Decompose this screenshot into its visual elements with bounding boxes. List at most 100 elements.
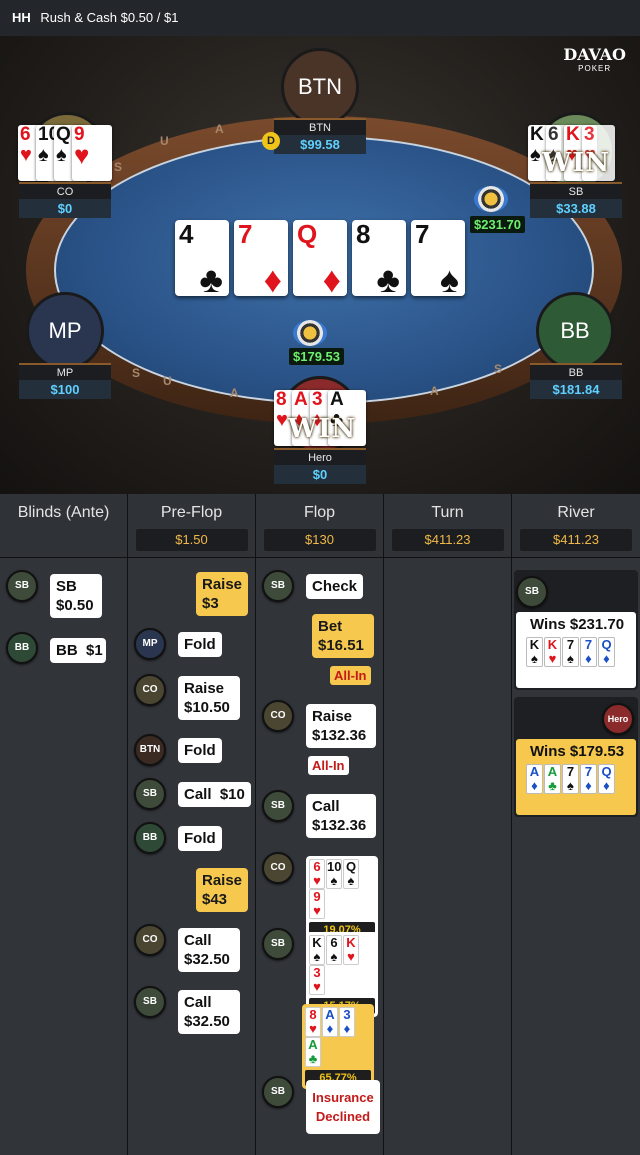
position-avatar: Hero [602,703,634,735]
all-in-badge: All-In [308,756,349,775]
position-avatar: SB [262,1076,294,1108]
seat-plate-hero: Hero $0 [274,448,366,486]
playing-card: 9 ♥ [72,125,112,181]
action-bubble: Raise $43 [196,868,248,912]
action-bubble: Raise $3 [196,572,248,616]
game-title: Rush & Cash $0.50 / $1 [40,10,179,25]
seat-stack: $0 [274,465,366,484]
brand-logo: DAVAO POKER [563,45,626,74]
street-pot: $411.23 [520,529,632,551]
top-bar: HH Rush & Cash $0.50 / $1 [0,0,640,36]
equity-card-hero: 8 ♥A ♦3 ♦A ♣ 65.77% [302,1004,374,1089]
street-column-preflop: Pre-Flop $1.50 Raise $3 MP Fold CO Raise… [128,494,256,1155]
win-amount: Wins $231.70 [530,616,625,633]
position-avatar: CO [262,700,294,732]
seat-avatar-bb[interactable]: BB [536,292,614,370]
action-bubble: Raise $10.50 [178,676,240,720]
action-bubble: Call $32.50 [178,928,240,972]
position-avatar: SB [262,570,294,602]
street-name: River [557,504,595,521]
chip-stack-icon [474,186,508,212]
action-bubble: Raise $132.36 [306,704,376,748]
mini-card: 6 ♥ [309,859,325,889]
hand-history-screen: HH Rush & Cash $0.50 / $1 DAVAO POKER A U… [0,0,640,1155]
action-bubble: Call $10 [178,782,251,807]
board-card: 4 ♣ [175,220,229,298]
street-pot: $130 [263,529,376,551]
mini-card: 10 ♠ [326,859,342,889]
seat-plate-sb: SB $33.88 [530,182,622,220]
position-avatar: SB [262,790,294,822]
insurance-status: Insurance Declined [306,1080,380,1134]
seat-stack: $33.88 [530,199,622,218]
position-avatar: SB [6,570,38,602]
seat-stack: $181.84 [530,380,622,399]
action-bubble: Fold [178,632,222,657]
seat-name: SB [530,182,622,199]
action-bubble: SB $0.50 [50,574,102,618]
position-avatar: SB [134,778,166,810]
position-avatar: SB [516,576,548,608]
mini-card: A ♦ [526,764,543,794]
mini-card: Q ♠ [343,859,359,889]
action-bubble: Call $132.36 [306,794,376,838]
seat-name: BTN [274,118,366,135]
rail-letter: S [114,160,123,174]
seat-name: Hero [274,448,366,465]
seat-plate-btn: BTN $99.58 [274,118,366,156]
position-avatar: SB [262,928,294,960]
rail-letter: U [163,374,172,388]
rail-letter: U [160,134,169,148]
seat-avatar-mp[interactable]: MP [26,292,104,370]
position-avatar: BTN [134,734,166,766]
mini-card: 7 ♦ [580,764,597,794]
position-avatar: BB [6,632,38,664]
position-avatar: CO [134,924,166,956]
mini-card: A ♣ [544,764,561,794]
action-bubble: Fold [178,826,222,851]
board-card: 7 ♠ [411,220,465,298]
seat-avatar-btn[interactable]: BTN [281,48,359,126]
street-name: Turn [431,504,464,521]
rail-letter: A [215,122,224,136]
board-card: Q ♦ [293,220,347,298]
seat-name: CO [19,182,111,199]
seat-plate-mp: MP $100 [19,363,111,401]
rail-letter: A [430,384,439,398]
action-bubble: Call $32.50 [178,990,240,1034]
mini-card: 6 ♠ [326,935,342,965]
game-type-label: HH [12,10,31,25]
action-bubble: Fold [178,738,222,763]
rail-letter: S [132,366,141,380]
mini-card: 7 ♠ [562,637,579,667]
river-result-hero: Hero Wins $179.53 A ♦A ♣7 ♠7 ♦Q ♦ [514,697,638,817]
main-pot-amount: $179.53 [289,348,344,365]
mini-card: 3 ♥ [309,965,325,995]
mini-card: 8 ♥ [305,1007,321,1037]
street-column-blinds: Blinds (Ante) SB SB $0.50 BB BB $1 [0,494,128,1155]
win-banner: WIN [542,148,611,178]
all-in-badge: All-In [330,666,371,685]
seat-name: MP [19,363,111,380]
mini-card: 9 ♥ [309,889,325,919]
equity-card: 6 ♥10 ♠Q ♠9 ♥ 19.07% [306,856,378,941]
mini-card: K ♠ [309,935,325,965]
street-column-flop: Flop $130 SB Check Bet $16.51 All-In CO … [256,494,384,1155]
action-bubble: Check [306,574,364,599]
position-avatar: CO [262,852,294,884]
rail-letter: S [494,362,503,376]
board-card: 7 ♦ [234,220,288,298]
position-avatar: SB [134,986,166,1018]
board-card: 8 ♣ [352,220,406,298]
win-amount: Wins $179.53 [530,743,625,760]
position-avatar: BB [134,822,166,854]
mini-card: 3 ♦ [339,1007,355,1037]
mini-card: K ♠ [526,637,543,667]
mini-card: 7 ♠ [562,764,579,794]
dealer-button: D [262,132,280,150]
hand-history-panel: Blinds (Ante) SB SB $0.50 BB BB $1 Pre-F… [0,494,640,1155]
action-bubble: Bet $16.51 [312,614,374,658]
street-column-turn: Turn $411.23 [384,494,512,1155]
street-pot: $1.50 [135,529,248,551]
side-pot-amount: $231.70 [470,216,525,233]
